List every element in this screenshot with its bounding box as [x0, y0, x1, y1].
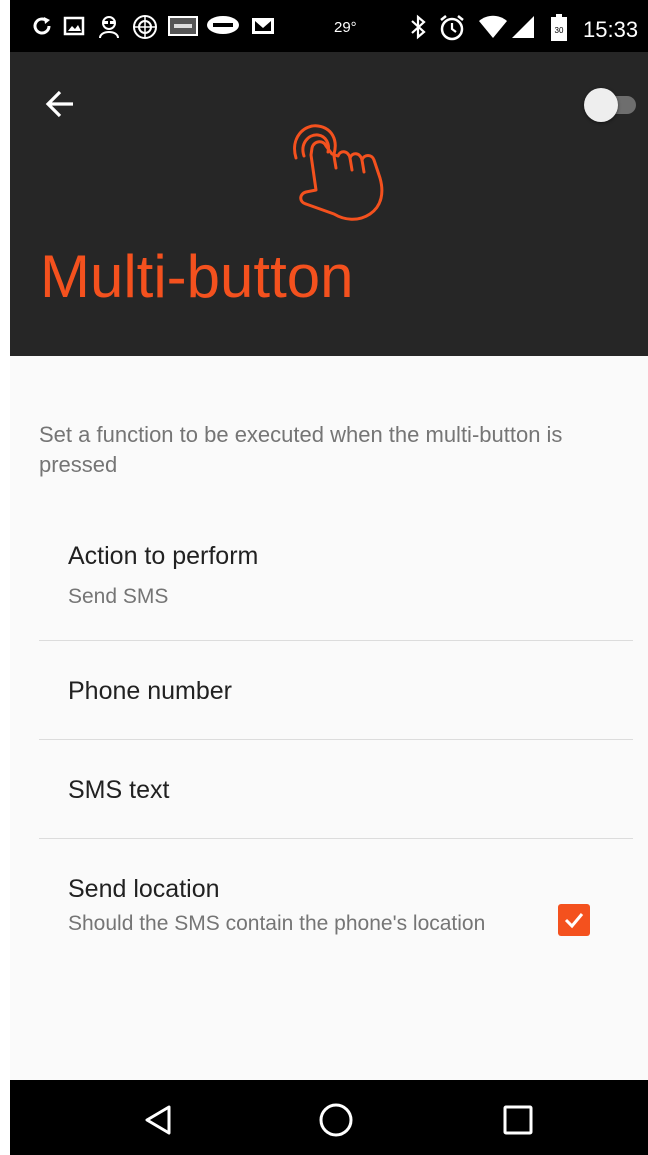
pref-action-to-perform[interactable]: Action to perform Send SMS — [10, 524, 648, 640]
toggle-thumb — [584, 88, 618, 122]
check-icon — [564, 913, 584, 929]
bluetooth-icon — [408, 14, 428, 40]
status-bar: 29° 30 15:33 — [10, 0, 648, 52]
pref-title: Action to perform — [68, 542, 259, 570]
radar-icon — [132, 14, 158, 40]
app-header: Multi-button — [10, 52, 648, 356]
pref-title: SMS text — [68, 776, 170, 804]
back-icon — [145, 1105, 171, 1135]
pref-phone-number[interactable]: Phone number — [10, 641, 648, 739]
pref-sms-text[interactable]: SMS text — [10, 740, 648, 838]
aldi-icon — [206, 14, 240, 36]
arrow-left-icon — [45, 90, 73, 118]
spy-icon — [96, 14, 122, 40]
sync-icon — [30, 14, 54, 38]
pref-summary: Send SMS — [68, 585, 169, 608]
pref-summary: Should the SMS contain the phone's locat… — [68, 912, 486, 935]
nav-back-button[interactable] — [138, 1100, 178, 1140]
battery-icon: 30 — [550, 14, 568, 42]
alarm-icon — [438, 14, 466, 42]
pointing-hand-icon — [293, 124, 384, 221]
page-title: Multi-button — [40, 243, 354, 310]
settings-content: Set a function to be executed when the m… — [10, 356, 648, 1080]
send-location-checkbox[interactable] — [558, 904, 590, 936]
signal-icon — [510, 14, 536, 40]
home-icon — [319, 1103, 353, 1137]
gmail-icon — [250, 14, 276, 38]
ebay-icon — [168, 14, 198, 38]
pref-send-location[interactable]: Send location Should the SMS contain the… — [10, 839, 648, 989]
back-button[interactable] — [38, 82, 82, 126]
nav-home-button[interactable] — [316, 1100, 356, 1140]
battery-level: 30 — [555, 26, 564, 35]
navigation-bar — [10, 1080, 648, 1155]
screen: 29° 30 15:33 Multi-button Set a function… — [10, 0, 648, 1155]
pref-title: Send location — [68, 875, 220, 903]
nav-recents-button[interactable] — [498, 1100, 538, 1140]
pref-title: Phone number — [68, 677, 233, 705]
recents-icon — [503, 1105, 533, 1135]
description-text: Set a function to be executed when the m… — [39, 422, 563, 477]
wifi-icon — [478, 14, 508, 40]
clock: 15:33 — [583, 17, 639, 42]
enable-toggle[interactable] — [582, 86, 642, 122]
image-icon — [62, 14, 86, 38]
temperature: 29° — [334, 19, 357, 36]
